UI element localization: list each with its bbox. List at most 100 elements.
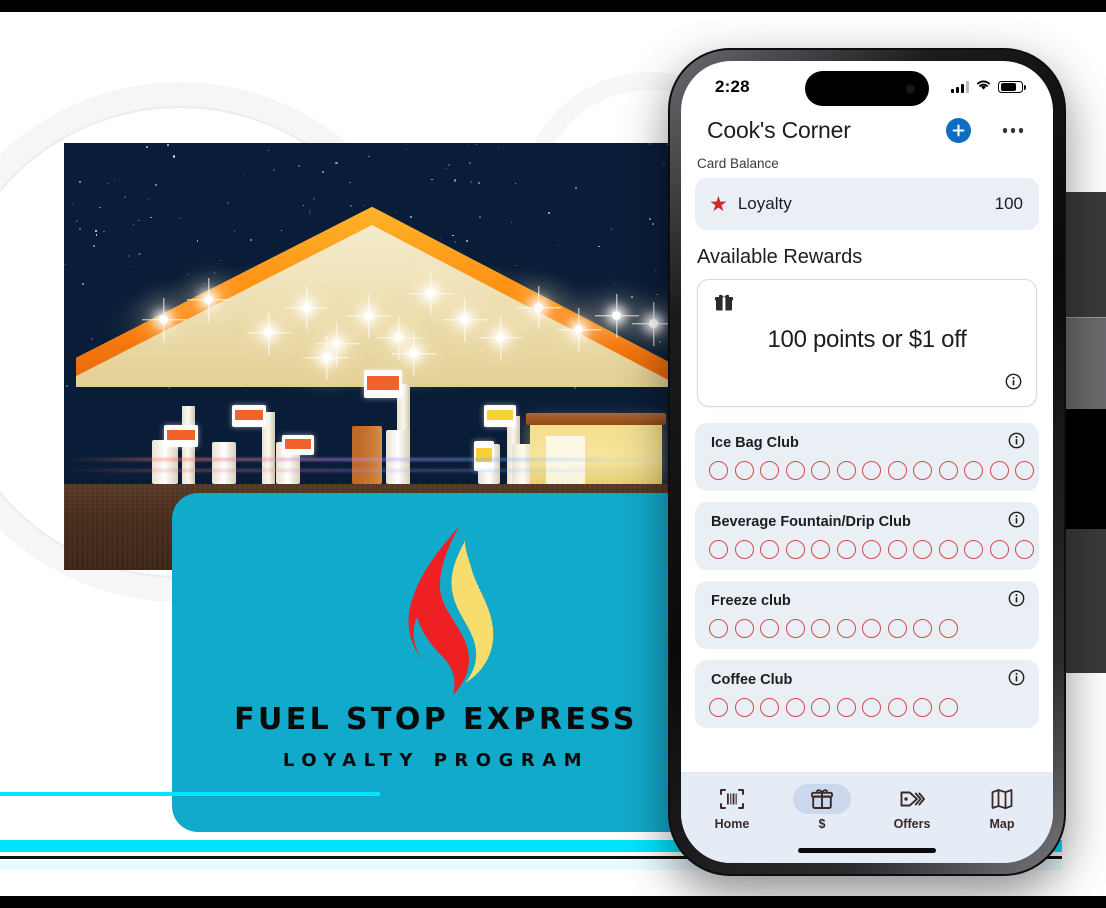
barcode-scan-icon — [703, 784, 761, 814]
stamp-circle[interactable] — [989, 540, 1009, 559]
page-title: Cook's Corner — [707, 117, 851, 143]
info-icon[interactable] — [1008, 432, 1025, 454]
club-header: Beverage Fountain/Drip Club — [695, 511, 1039, 533]
stamp-circle[interactable] — [785, 540, 805, 559]
stamp-circle[interactable] — [938, 619, 958, 638]
stamp-circle[interactable] — [709, 540, 728, 559]
stamp-circle[interactable] — [913, 540, 932, 559]
available-rewards-heading: Available Rewards — [697, 246, 863, 268]
stamp-circle[interactable] — [811, 461, 830, 480]
tab-offers[interactable]: Offers — [867, 784, 957, 831]
bottom-tab-bar: Home $ Offers Map — [681, 772, 1053, 837]
loyalty-card-graphic: FUEL STOP EXPRESS LOYALTY PROGRAM — [172, 493, 700, 832]
tab-[interactable]: $ — [777, 784, 867, 831]
canopy-lamp — [649, 319, 658, 328]
stamp-circle[interactable] — [709, 461, 728, 480]
stamp-circle[interactable] — [862, 698, 881, 717]
canopy-lamp — [264, 328, 273, 337]
reward-text: 100 points or $1 off — [767, 326, 967, 353]
stamp-circle[interactable] — [785, 461, 805, 480]
stamp-circle[interactable] — [734, 461, 754, 480]
stamp-circle[interactable] — [964, 461, 983, 480]
phone-screen: 2:28 Cook's Corner Card Balance ★ Loyalt… — [681, 61, 1053, 863]
status-bar-clock: 2:28 — [715, 77, 750, 96]
stamp-circle[interactable] — [734, 698, 754, 717]
stamp-circle[interactable] — [785, 619, 805, 638]
stamp-circle[interactable] — [760, 698, 779, 717]
club-card[interactable]: Coffee Club — [695, 660, 1039, 728]
stamp-circle[interactable] — [709, 698, 728, 717]
pump-sign — [364, 370, 402, 398]
stamp-circle[interactable] — [836, 698, 856, 717]
stamp-row — [695, 454, 1039, 480]
info-icon[interactable] — [1005, 373, 1022, 395]
club-header: Freeze club — [695, 590, 1039, 612]
canopy-lamp — [426, 289, 435, 298]
reward-card[interactable]: 100 points or $1 off — [697, 279, 1037, 407]
club-header: Ice Bag Club — [695, 432, 1039, 454]
stamp-circle[interactable] — [989, 461, 1009, 480]
fuel-pump — [212, 442, 236, 484]
info-icon[interactable] — [1008, 511, 1025, 533]
tab-home[interactable]: Home — [687, 784, 777, 831]
canopy-lamp — [460, 315, 469, 324]
loyalty-card-subtitle: LOYALTY PROGRAM — [282, 750, 590, 771]
stamp-circle[interactable] — [913, 698, 932, 717]
home-indicator — [681, 837, 1053, 863]
ellipsis-icon — [1002, 128, 1007, 133]
balance-value: 100 — [994, 194, 1023, 213]
stamp-circle[interactable] — [938, 540, 958, 559]
stamp-circle[interactable] — [887, 540, 907, 559]
stamp-circle[interactable] — [938, 698, 958, 717]
stamp-circle[interactable] — [964, 540, 983, 559]
stamp-circle[interactable] — [734, 540, 754, 559]
stamp-circle[interactable] — [1015, 461, 1034, 480]
canopy-lamp — [394, 333, 403, 342]
stamp-circle[interactable] — [1015, 540, 1034, 559]
plus-icon — [952, 124, 965, 137]
stamp-circle[interactable] — [887, 698, 907, 717]
tab-map[interactable]: Map — [957, 784, 1047, 831]
info-icon[interactable] — [1008, 590, 1025, 612]
star-icon: ★ — [709, 192, 728, 216]
stamp-circle[interactable] — [734, 619, 754, 638]
stamp-circle[interactable] — [836, 540, 856, 559]
club-card[interactable]: Beverage Fountain/Drip Club — [695, 502, 1039, 570]
club-card[interactable]: Freeze club — [695, 581, 1039, 649]
fuel-pump — [386, 430, 410, 484]
stamp-circle[interactable] — [760, 461, 779, 480]
add-card-button[interactable] — [945, 118, 971, 143]
card-balance-row[interactable]: ★ Loyalty 100 — [695, 178, 1039, 230]
stamp-circle[interactable] — [836, 619, 856, 638]
map-icon — [973, 784, 1031, 814]
club-card[interactable]: Ice Bag Club — [695, 423, 1039, 491]
wifi-icon — [975, 78, 992, 96]
balance-name: Loyalty — [737, 194, 792, 213]
stamp-circle[interactable] — [811, 540, 830, 559]
info-icon[interactable] — [1008, 669, 1025, 691]
stamp-circle[interactable] — [811, 698, 830, 717]
stamp-circle[interactable] — [887, 619, 907, 638]
canopy-lamp — [574, 325, 583, 334]
stamp-circle[interactable] — [913, 619, 932, 638]
stamp-circle[interactable] — [836, 461, 856, 480]
screenshot-stage: FUEL STOP EXPRESS LOYALTY PROGRAM 2:28 C… — [0, 0, 1106, 908]
club-name: Beverage Fountain/Drip Club — [711, 514, 911, 530]
stamp-circle[interactable] — [760, 619, 779, 638]
stamp-circle[interactable] — [913, 461, 932, 480]
canopy-lamp — [332, 339, 341, 348]
gift-icon — [793, 784, 851, 814]
stamp-circle[interactable] — [862, 540, 881, 559]
light-streak — [64, 469, 680, 472]
more-options-button[interactable] — [997, 122, 1030, 139]
app-header: Cook's Corner — [681, 113, 1053, 154]
stamp-circle[interactable] — [862, 461, 881, 480]
stamp-circle[interactable] — [760, 540, 779, 559]
stamp-circle[interactable] — [785, 698, 805, 717]
stamp-circle[interactable] — [709, 619, 728, 638]
stamp-circle[interactable] — [811, 619, 830, 638]
stamp-circle[interactable] — [938, 461, 958, 480]
stamp-circle[interactable] — [887, 461, 907, 480]
stamp-circle[interactable] — [862, 619, 881, 638]
canopy-lamp — [204, 295, 213, 304]
